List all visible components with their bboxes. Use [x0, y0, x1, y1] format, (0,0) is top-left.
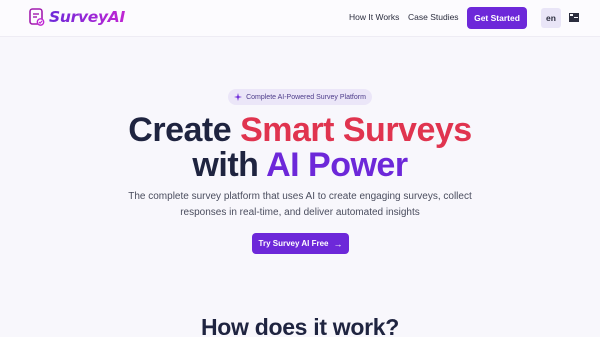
hero-subtitle: The complete survey platform that uses A… [120, 189, 480, 220]
sparkle-icon [234, 93, 243, 101]
subtitle-line: The complete survey platform that uses A… [128, 191, 472, 202]
hero-title: Create Smart Surveys with AI Power [0, 113, 600, 183]
title-highlight-ai: AI Power [266, 146, 408, 184]
arrow-right-icon: → [333, 238, 343, 249]
badge-label: Complete AI-Powered Survey Platform [246, 93, 366, 101]
language-selector[interactable]: en [541, 8, 561, 28]
title-text: with [192, 146, 267, 184]
brand-logo[interactable]: SurveyAI [28, 7, 125, 27]
subtitle-line: responses in real-time, and deliver auto… [180, 206, 420, 218]
title-highlight-smart: Smart Surveys [240, 111, 472, 149]
try-free-button[interactable]: Try Survey AI Free → [252, 233, 349, 254]
title-text: Create [128, 111, 241, 149]
top-navbar: SurveyAI How It Works Case Studies Get S… [0, 0, 600, 37]
nav-how-it-works[interactable]: How It Works [349, 12, 399, 22]
hero-title-line2: with AI Power [192, 146, 408, 184]
survey-logo-icon [29, 8, 45, 26]
cta-label: Try Survey AI Free [258, 239, 329, 248]
nav-case-studies[interactable]: Case Studies [408, 12, 459, 22]
brand-name: SurveyAI [49, 8, 125, 26]
hero-title-line1: Create Smart Surveys [128, 111, 472, 149]
flag-icon[interactable] [569, 13, 579, 22]
hero-badge: Complete AI-Powered Survey Platform [228, 89, 372, 105]
how-it-works-title: How does it work? [200, 314, 400, 337]
get-started-button[interactable]: Get Started [467, 7, 527, 29]
